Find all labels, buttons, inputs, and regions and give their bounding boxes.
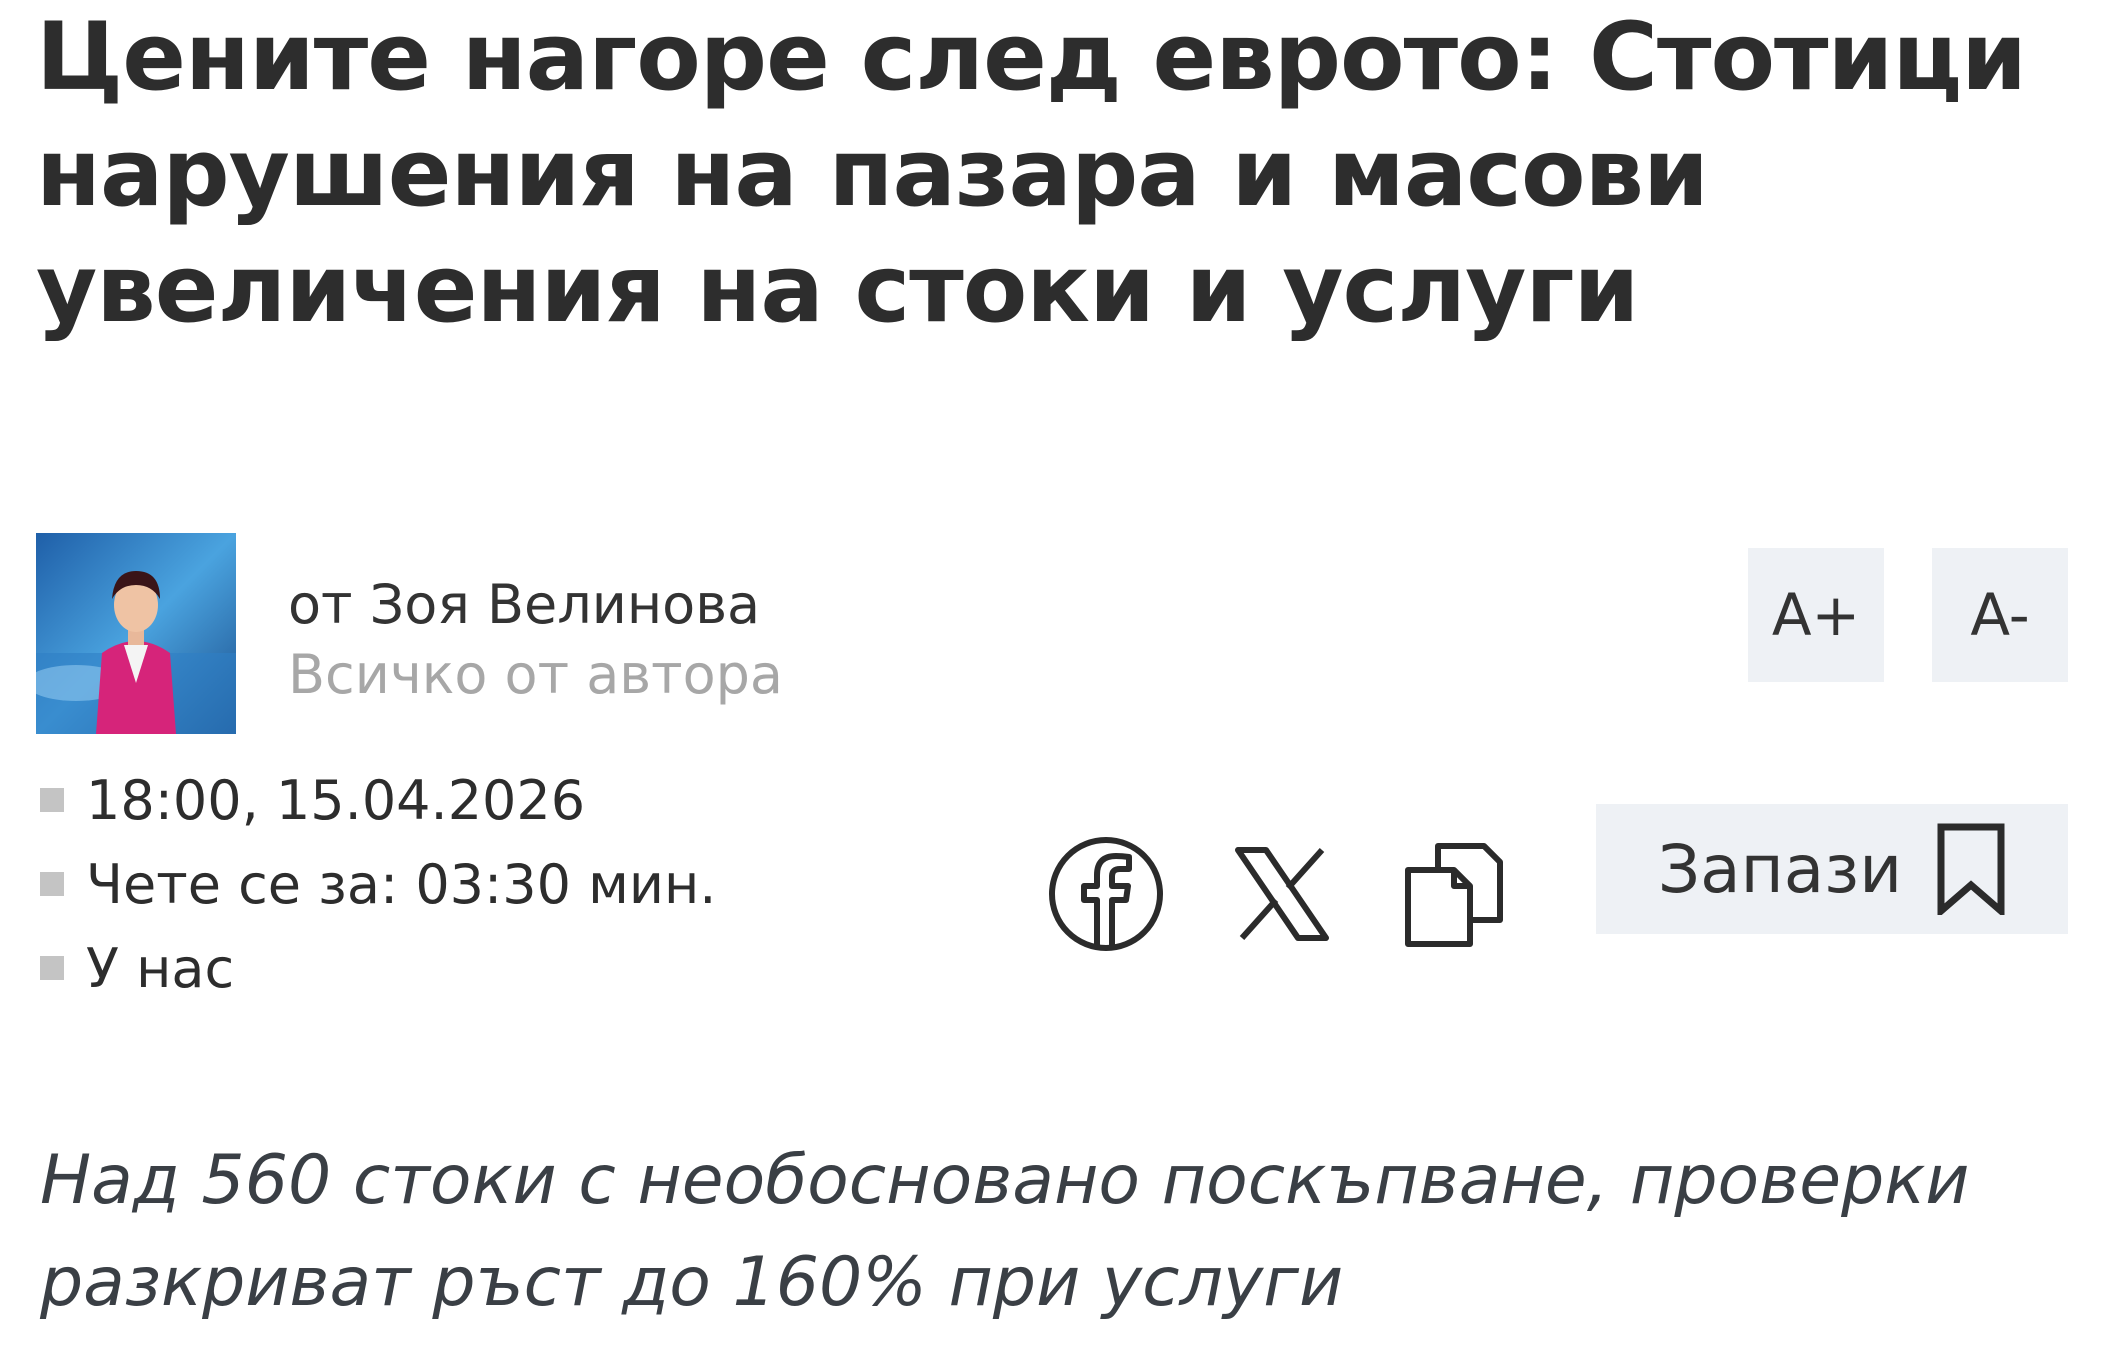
bullet-icon [40, 872, 64, 896]
author-avatar[interactable] [36, 533, 236, 734]
facebook-icon[interactable] [1046, 834, 1166, 954]
bullet-icon [40, 956, 64, 980]
publish-datetime: 18:00, 15.04.2026 [86, 768, 586, 832]
category-link[interactable]: У нас [86, 937, 234, 1000]
meta-datetime: 18:00, 15.04.2026 [40, 758, 716, 842]
bullet-icon [40, 788, 64, 812]
author-byline: от Зоя Велинова [288, 573, 761, 636]
article-title: Цените нагоре след еврото: Стотици наруш… [36, 3, 2027, 344]
article-lead: Над 560 стоки с необосновано поскъпване,… [40, 1141, 1970, 1322]
article-meta: 18:00, 15.04.2026 Чете се за: 03:30 мин.… [40, 758, 716, 1010]
x-icon[interactable] [1222, 834, 1342, 954]
bookmark-icon [1937, 823, 2005, 915]
author-photo [36, 533, 236, 734]
font-increase-button[interactable]: A+ [1748, 548, 1884, 682]
meta-category[interactable]: У нас [40, 926, 716, 1010]
save-label: Запази [1657, 830, 1903, 908]
copy-icon[interactable] [1394, 834, 1514, 954]
meta-read-time: Чете се за: 03:30 мин. [40, 842, 716, 926]
font-decrease-button[interactable]: A- [1932, 548, 2068, 682]
save-article-button[interactable]: Запази [1596, 804, 2068, 934]
read-time: Чете се за: 03:30 мин. [86, 852, 717, 916]
author-all-articles-link[interactable]: Всичко от автора [288, 640, 783, 710]
